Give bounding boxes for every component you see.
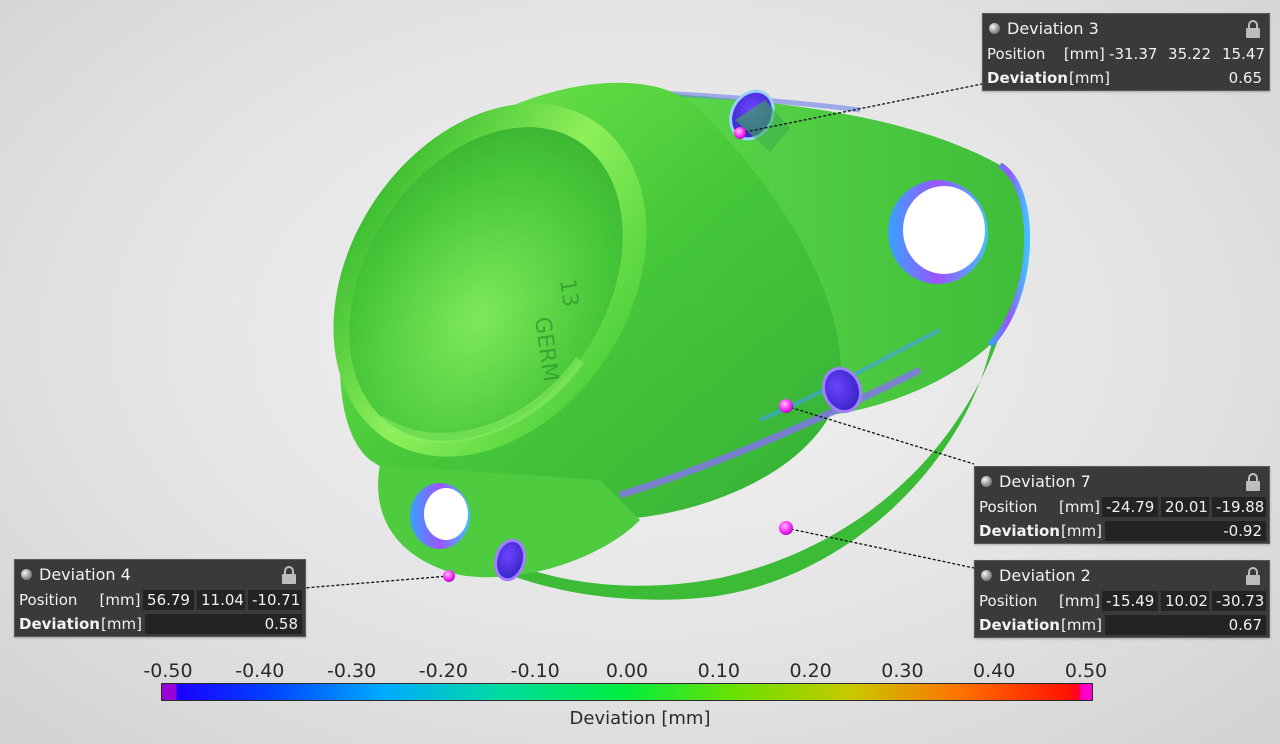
color-scale-title: Deviation [mm] bbox=[569, 708, 711, 729]
panel-header[interactable]: Deviation 7 bbox=[975, 467, 1269, 495]
sphere-icon bbox=[981, 569, 992, 581]
position-y: 10.02 bbox=[1161, 591, 1209, 611]
lock-icon[interactable] bbox=[1243, 566, 1263, 586]
deviation-value: 0.65 bbox=[1228, 69, 1262, 87]
deviation-panel-2[interactable]: Deviation 2 Position [mm] -15.49 10.02 -… bbox=[974, 560, 1270, 638]
color-scale-tick: -0.20 bbox=[418, 660, 468, 682]
deviation-row: Deviation [mm] 0.67 bbox=[975, 613, 1269, 637]
unit-label: [mm] bbox=[1063, 45, 1105, 63]
panel-header[interactable]: Deviation 2 bbox=[975, 561, 1269, 589]
position-row: Position [mm] 56.79 11.04 -10.71 bbox=[15, 588, 305, 612]
unit-label: [mm] bbox=[1059, 592, 1100, 610]
position-z: -30.73 bbox=[1212, 591, 1266, 611]
panel-title: Deviation 3 bbox=[1007, 18, 1099, 38]
deviation-value: -0.92 bbox=[1105, 521, 1266, 541]
position-z: -10.71 bbox=[247, 590, 302, 610]
color-scale-tick: 0.50 bbox=[1064, 660, 1108, 682]
deviation-panel-3[interactable]: Deviation 3 Position [mm] -31.37 35.22 1… bbox=[982, 13, 1270, 91]
panel-header[interactable]: Deviation 4 bbox=[15, 560, 305, 588]
position-row: Position [mm] -24.79 20.01 -19.88 bbox=[975, 495, 1269, 519]
unit-label: [mm] bbox=[101, 615, 142, 633]
deviation-label: Deviation bbox=[979, 522, 1060, 540]
position-row: Position [mm] -31.37 35.22 15.47 bbox=[983, 42, 1269, 66]
panel-header[interactable]: Deviation 3 bbox=[983, 14, 1269, 42]
deviation-row: Deviation [mm] -0.92 bbox=[975, 519, 1269, 543]
unit-label: [mm] bbox=[1061, 522, 1102, 540]
measure-point-deviation-3 bbox=[734, 127, 746, 139]
position-y: 35.22 bbox=[1168, 45, 1211, 63]
deviation-row: Deviation [mm] 0.58 bbox=[15, 612, 305, 636]
deviation-label: Deviation bbox=[987, 69, 1068, 87]
sphere-icon bbox=[21, 568, 32, 580]
lock-icon[interactable] bbox=[1243, 19, 1263, 39]
position-x: -31.37 bbox=[1109, 45, 1158, 63]
color-scale-tick: 0.40 bbox=[973, 660, 1016, 682]
color-scale-tick: -0.10 bbox=[510, 660, 560, 682]
color-scale-tick: 0.20 bbox=[789, 660, 832, 682]
position-label: Position bbox=[979, 498, 1038, 516]
position-x: -24.79 bbox=[1102, 497, 1158, 517]
position-label: Position bbox=[979, 592, 1038, 610]
unit-label: [mm] bbox=[1061, 616, 1102, 634]
panel-title: Deviation 7 bbox=[999, 471, 1091, 491]
lock-icon[interactable] bbox=[1243, 472, 1263, 492]
position-y: 20.01 bbox=[1161, 497, 1209, 517]
position-label: Position bbox=[19, 591, 78, 609]
position-label: Position bbox=[987, 45, 1046, 63]
unit-label: [mm] bbox=[1069, 69, 1110, 87]
unit-label: [mm] bbox=[1059, 498, 1100, 516]
deviation-panel-7[interactable]: Deviation 7 Position [mm] -24.79 20.01 -… bbox=[974, 466, 1270, 544]
measure-point-deviation-2 bbox=[779, 521, 793, 535]
color-scale-tick: 0.00 bbox=[605, 660, 649, 682]
deviation-value: 0.58 bbox=[145, 614, 302, 634]
position-y: 11.04 bbox=[196, 590, 245, 610]
leader-line-deviation-4 bbox=[303, 575, 450, 589]
color-scale-tick: -0.40 bbox=[235, 660, 285, 682]
measure-point-deviation-7 bbox=[779, 399, 793, 413]
deviation-label: Deviation bbox=[979, 616, 1060, 634]
deviation-label: Deviation bbox=[19, 615, 100, 633]
position-x: -15.49 bbox=[1102, 591, 1158, 611]
deviation-value: 0.67 bbox=[1105, 615, 1266, 635]
deviation-color-scale bbox=[161, 683, 1093, 701]
color-scale-tick: -0.30 bbox=[327, 660, 377, 682]
color-scale-tick: 0.10 bbox=[697, 660, 740, 682]
sphere-icon bbox=[989, 22, 1000, 34]
panel-title: Deviation 2 bbox=[999, 565, 1091, 585]
lock-icon[interactable] bbox=[279, 565, 299, 585]
unit-label: [mm] bbox=[99, 591, 141, 609]
color-scale-tick: 0.30 bbox=[881, 660, 924, 682]
panel-title: Deviation 4 bbox=[39, 564, 131, 584]
position-z: 15.47 bbox=[1222, 45, 1265, 63]
position-x: 56.79 bbox=[142, 590, 194, 610]
position-z: -19.88 bbox=[1212, 497, 1266, 517]
color-scale-tick: -0.50 bbox=[143, 660, 193, 682]
deviation-panel-4[interactable]: Deviation 4 Position [mm] 56.79 11.04 -1… bbox=[14, 559, 306, 637]
deviation-row: Deviation [mm] 0.65 bbox=[983, 66, 1269, 90]
sphere-icon bbox=[981, 475, 992, 487]
3d-viewport[interactable]: 13 GERM Deviation 3 Position [mm] -31.37… bbox=[0, 0, 1280, 744]
part-engraving-number: 13 bbox=[554, 277, 583, 308]
position-row: Position [mm] -15.49 10.02 -30.73 bbox=[975, 589, 1269, 613]
measure-point-deviation-4 bbox=[443, 570, 455, 582]
